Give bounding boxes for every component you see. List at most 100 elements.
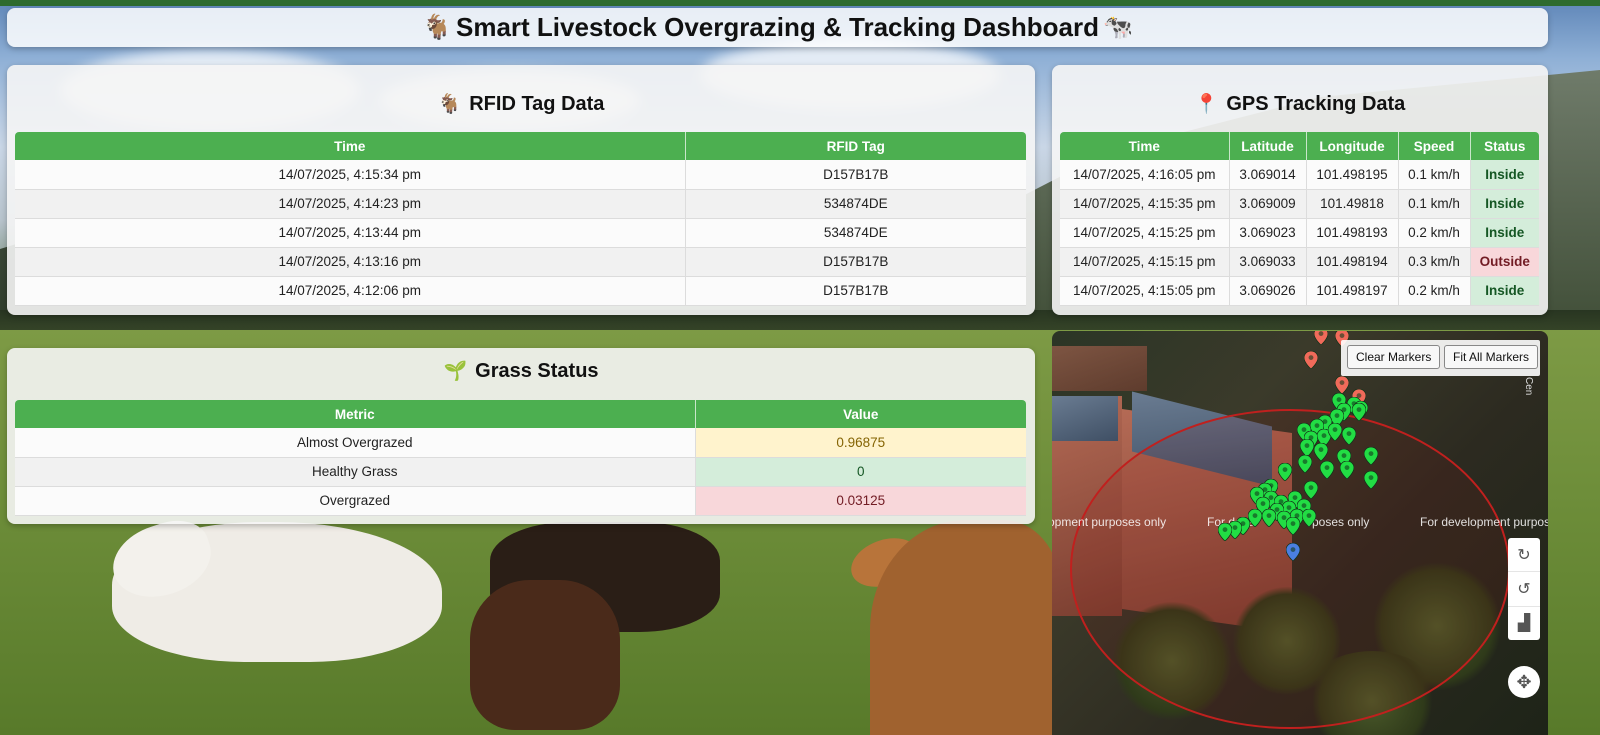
rotate-clockwise-icon[interactable]: ↻: [1508, 538, 1540, 573]
grass-title-text: Grass Status: [475, 359, 599, 382]
latitude-cell: 3.069009: [1229, 189, 1307, 219]
table-row: 14/07/2025, 4:15:05 pm 3.069026 101.498197…: [1060, 276, 1539, 306]
speed-cell: 0.3 km/h: [1398, 247, 1471, 277]
inside-location-marker[interactable]: [1314, 443, 1328, 461]
goat-icon: 🐐: [422, 14, 452, 41]
gps-time-cell: 14/07/2025, 4:15:35 pm: [1060, 189, 1230, 219]
goat-icon: 🐐: [437, 94, 462, 115]
metric-cell: Overgrazed: [15, 486, 696, 516]
camera-move-icon[interactable]: ✥: [1508, 666, 1540, 698]
metric-cell: Healthy Grass: [15, 457, 696, 487]
column-header-rfid-tag[interactable]: RFID Tag: [685, 132, 1026, 160]
rfid-panel: 🐐 RFID Tag Data Time RFID Tag 14/07/2025…: [7, 65, 1035, 315]
status-badge: Inside: [1470, 189, 1539, 219]
speed-cell: 0.2 km/h: [1398, 218, 1471, 248]
table-row: 14/07/2025, 4:13:16 pm D157B17B: [15, 247, 1026, 277]
outside-location-marker[interactable]: [1335, 376, 1349, 394]
rfid-time-cell: 14/07/2025, 4:13:44 pm: [15, 218, 686, 248]
table-row: 14/07/2025, 4:15:34 pm D157B17B: [15, 160, 1026, 190]
rotate-counterclockwise-icon[interactable]: ↺: [1508, 572, 1540, 607]
map-watermark: For development purpose: [1420, 515, 1548, 529]
table-row: 14/07/2025, 4:15:35 pm 3.069009 101.49818 0…: [1060, 189, 1539, 219]
latitude-cell: 3.069033: [1229, 247, 1307, 277]
rfid-panel-title: 🐐 RFID Tag Data: [7, 92, 1035, 116]
geofence-circle: [1070, 409, 1510, 729]
rfid-title-text: RFID Tag Data: [469, 92, 605, 115]
inside-location-marker[interactable]: [1298, 455, 1312, 473]
longitude-cell: 101.498195: [1306, 160, 1399, 190]
inside-location-marker[interactable]: [1302, 509, 1316, 527]
inside-location-marker[interactable]: [1320, 461, 1334, 479]
inside-location-marker[interactable]: [1328, 423, 1342, 441]
rfid-tag-cell: 534874DE: [685, 189, 1026, 219]
outside-location-marker[interactable]: [1304, 351, 1318, 369]
cow-icon: 🐄: [1102, 14, 1133, 41]
inside-location-marker[interactable]: [1286, 517, 1300, 535]
inside-location-marker[interactable]: [1364, 471, 1378, 489]
latitude-cell: 3.069014: [1229, 160, 1307, 190]
table-row: Overgrazed 0.03125: [15, 486, 1026, 516]
table-row: 14/07/2025, 4:14:23 pm 534874DE: [15, 189, 1026, 219]
page-title: 🐐 Smart Livestock Overgrazing & Tracking…: [422, 12, 1133, 43]
status-badge: Inside: [1470, 160, 1539, 190]
table-row: 14/07/2025, 4:16:05 pm 3.069014 101.498195…: [1060, 160, 1539, 190]
inside-location-marker[interactable]: [1364, 447, 1378, 465]
fit-all-markers-button[interactable]: Fit All Markers: [1444, 345, 1539, 369]
top-accent-bar: [0, 0, 1600, 6]
status-badge: Outside: [1470, 247, 1539, 277]
value-cell: 0: [695, 457, 1026, 487]
grass-table: Metric Value Almost Overgrazed 0.96875 Hea…: [15, 400, 1026, 516]
column-header-metric[interactable]: Metric: [15, 400, 696, 428]
value-cell: 0.96875: [695, 428, 1026, 458]
column-header-value[interactable]: Value: [695, 400, 1026, 428]
gps-time-cell: 14/07/2025, 4:16:05 pm: [1060, 160, 1230, 190]
table-row: 14/07/2025, 4:15:15 pm 3.069033 101.498194…: [1060, 247, 1539, 277]
gps-time-cell: 14/07/2025, 4:15:25 pm: [1060, 218, 1230, 248]
gps-time-cell: 14/07/2025, 4:15:05 pm: [1060, 276, 1230, 306]
clear-markers-button[interactable]: Clear Markers: [1347, 345, 1441, 369]
table-row: 14/07/2025, 4:13:44 pm 534874DE: [15, 218, 1026, 248]
table-row: Healthy Grass 0: [15, 457, 1026, 487]
inside-location-marker[interactable]: [1340, 461, 1354, 479]
gps-map[interactable]: opment purposes only For devel poses onl…: [1052, 331, 1548, 735]
inside-location-marker[interactable]: [1248, 509, 1262, 527]
rfid-tag-cell: D157B17B: [685, 160, 1026, 190]
column-header-status[interactable]: Status: [1470, 132, 1539, 160]
rfid-table: Time RFID Tag 14/07/2025, 4:15:34 pm D157…: [15, 132, 1026, 306]
metric-cell: Almost Overgrazed: [15, 428, 696, 458]
speed-cell: 0.1 km/h: [1398, 160, 1471, 190]
map-watermark: poses only: [1312, 515, 1370, 529]
status-badge: Inside: [1470, 218, 1539, 248]
page-title-text: Smart Livestock Overgrazing & Tracking D…: [456, 12, 1099, 42]
inside-location-marker[interactable]: [1342, 427, 1356, 445]
column-header-time[interactable]: Time: [15, 132, 686, 160]
rfid-tag-cell: D157B17B: [685, 247, 1026, 277]
column-header-latitude[interactable]: Latitude: [1229, 132, 1307, 160]
inside-location-marker[interactable]: [1304, 481, 1318, 499]
column-header-speed[interactable]: Speed: [1398, 132, 1471, 160]
table-row: 14/07/2025, 4:15:25 pm 3.069023 101.498193…: [1060, 218, 1539, 248]
tilt-view-icon[interactable]: ▟: [1508, 607, 1540, 640]
inside-location-marker[interactable]: [1352, 403, 1366, 421]
outside-location-marker[interactable]: [1314, 331, 1328, 345]
map-rotation-controls: ↻ ↺ ▟: [1508, 538, 1540, 640]
map-edge-label: Cen: [1523, 377, 1534, 396]
rfid-tag-cell: D157B17B: [685, 276, 1026, 306]
status-badge: Inside: [1470, 276, 1539, 306]
inside-location-marker[interactable]: [1218, 523, 1232, 541]
longitude-cell: 101.498194: [1306, 247, 1399, 277]
rfid-time-cell: 14/07/2025, 4:13:16 pm: [15, 247, 686, 277]
inside-location-marker[interactable]: [1262, 509, 1276, 527]
column-header-time[interactable]: Time: [1060, 132, 1230, 160]
rfid-time-cell: 14/07/2025, 4:14:23 pm: [15, 189, 686, 219]
longitude-cell: 101.49818: [1306, 189, 1399, 219]
column-header-longitude[interactable]: Longitude: [1306, 132, 1399, 160]
latitude-cell: 3.069026: [1229, 276, 1307, 306]
speed-cell: 0.2 km/h: [1398, 276, 1471, 306]
grass-panel: 🌱 Grass Status Metric Value Almost Overg…: [7, 348, 1035, 524]
dashboard-header: 🐐 Smart Livestock Overgrazing & Tracking…: [7, 8, 1548, 47]
rfid-time-cell: 14/07/2025, 4:12:06 pm: [15, 276, 686, 306]
inside-location-marker[interactable]: [1278, 463, 1292, 481]
gps-panel: 📍 GPS Tracking Data Time Latitude Longit…: [1052, 65, 1548, 315]
current-location-marker[interactable]: [1286, 543, 1300, 561]
